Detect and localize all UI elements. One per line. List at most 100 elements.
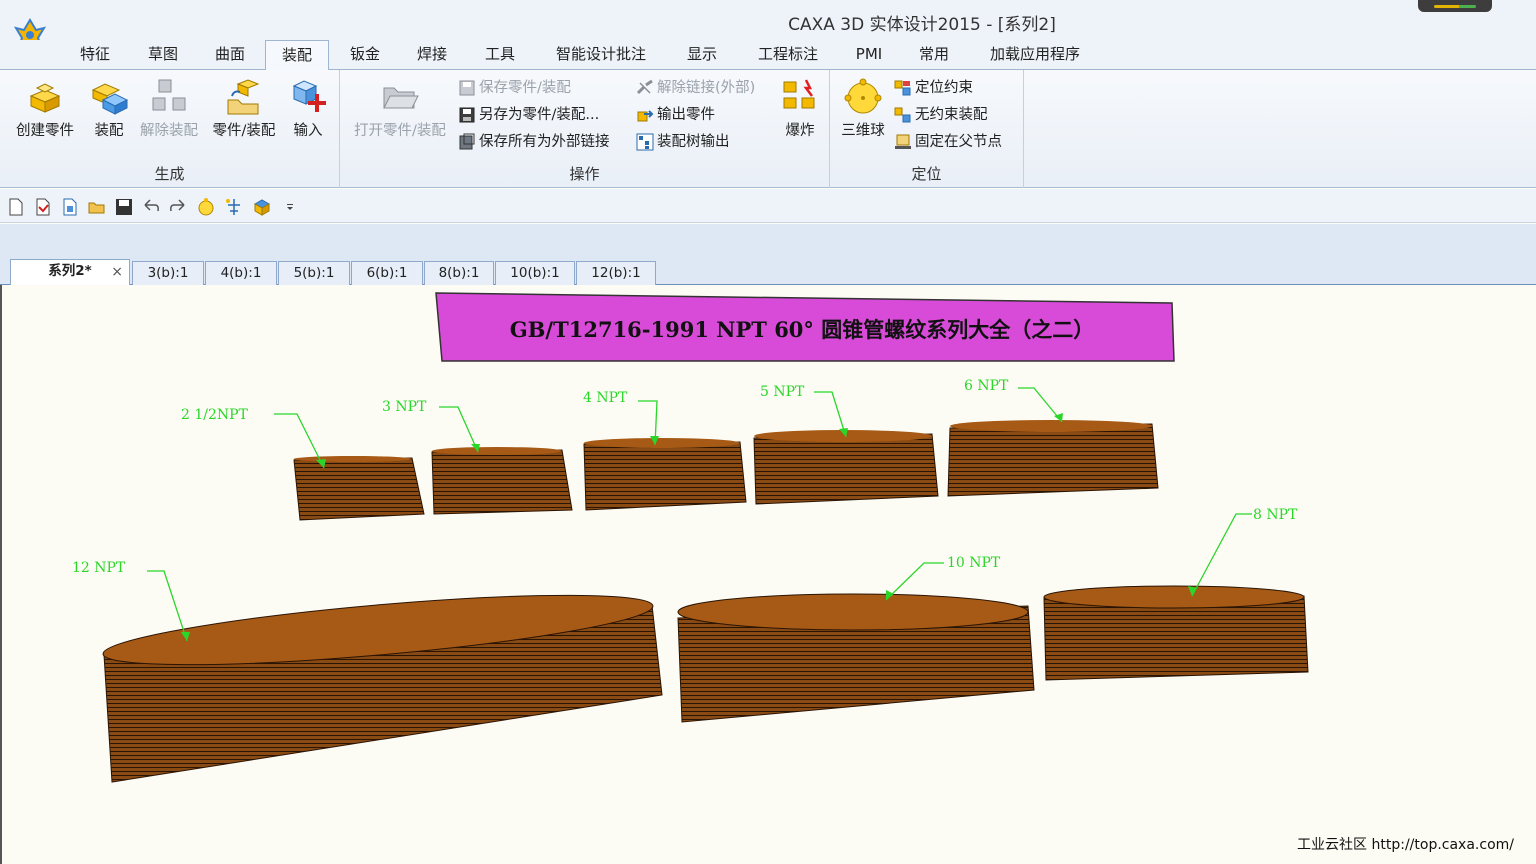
thread-8-npt[interactable] bbox=[1043, 585, 1309, 681]
unconstrained-assembly-button[interactable]: 无约束装配 bbox=[894, 104, 988, 126]
window-control-handle[interactable] bbox=[1418, 0, 1492, 12]
app-window: CAXA 3D 实体设计2015 - [系列2] 特征 草图 曲面 装配 钣金 … bbox=[0, 0, 1536, 864]
import-label: 输入 bbox=[293, 123, 323, 139]
fix-to-parent-button[interactable]: 固定在父节点 bbox=[894, 131, 1002, 153]
redo-icon[interactable] bbox=[168, 197, 188, 217]
assembly-button[interactable]: 装配 bbox=[86, 76, 132, 146]
tab-tools[interactable]: 工具 bbox=[472, 40, 528, 70]
undo-icon[interactable] bbox=[141, 197, 161, 217]
thread-4-npt[interactable] bbox=[583, 438, 747, 511]
create-part-button[interactable]: 创建零件 bbox=[10, 76, 80, 146]
doc-tab-3b[interactable]: 3(b):1 bbox=[132, 261, 204, 285]
tab-pmi[interactable]: PMI bbox=[846, 40, 892, 70]
save-part-icon bbox=[459, 80, 475, 96]
doc-tab-5b[interactable]: 5(b):1 bbox=[278, 261, 350, 285]
unconstrained-assembly-label: 无约束装配 bbox=[915, 107, 988, 123]
part-assembly-button[interactable]: 零件/装配 bbox=[208, 76, 280, 146]
scene-svg[interactable]: GB/T12716-1991 NPT 60° 圆锥管螺纹系列大全（之二） 2 1… bbox=[2, 285, 1536, 864]
thread-10-npt[interactable] bbox=[677, 593, 1035, 723]
fix-to-parent-label: 固定在父节点 bbox=[915, 134, 1002, 150]
tab-weld[interactable]: 焊接 bbox=[404, 40, 460, 70]
assembly-tree-export-button[interactable]: 装配树输出 bbox=[636, 131, 730, 153]
save-part-assembly-button[interactable]: 保存零件/装配 bbox=[458, 77, 571, 99]
title-banner[interactable]: GB/T12716-1991 NPT 60° 圆锥管螺纹系列大全（之二） bbox=[435, 292, 1175, 362]
tree-sparkle-icon[interactable] bbox=[224, 197, 244, 217]
thread-5-npt[interactable] bbox=[753, 430, 939, 505]
triball-button[interactable]: 三维球 bbox=[836, 76, 890, 146]
save-as-icon bbox=[459, 107, 475, 123]
doc-tab-12b[interactable]: 12(b):1 bbox=[576, 261, 656, 285]
tab-load-apps[interactable]: 加载应用程序 bbox=[976, 40, 1094, 70]
constraint-icon bbox=[894, 80, 911, 96]
doc-tab-8b[interactable]: 8(b):1 bbox=[424, 261, 494, 285]
doc-tab-series2[interactable]: 系列2* × bbox=[10, 259, 130, 286]
new-file-icon[interactable] bbox=[6, 197, 26, 217]
tab-sketch[interactable]: 草图 bbox=[134, 40, 192, 70]
thread-2-1-2-npt[interactable] bbox=[293, 456, 425, 521]
group-generate-label: 生成 bbox=[154, 165, 185, 183]
tab-surface[interactable]: 曲面 bbox=[201, 40, 259, 70]
tab-smart-annotation[interactable]: 智能设计批注 bbox=[540, 40, 662, 70]
group-position-label: 定位 bbox=[911, 165, 942, 183]
label-6-npt[interactable]: 6 NPT bbox=[964, 378, 1009, 394]
save-all-external-link-button[interactable]: 保存所有为外部链接 bbox=[458, 131, 610, 153]
document-tab-bar: 系列2* × 3(b):1 4(b):1 5(b):1 6(b):1 8(b):… bbox=[0, 258, 1536, 286]
tab-sheetmetal[interactable]: 钣金 bbox=[337, 40, 393, 70]
tab-assembly[interactable]: 装配 bbox=[265, 40, 329, 71]
label-8-npt[interactable]: 8 NPT bbox=[1253, 507, 1298, 523]
label-4-npt[interactable]: 4 NPT bbox=[583, 390, 628, 406]
footer-credit: 工业云社区 http://top.caxa.com/ bbox=[1297, 837, 1514, 853]
label-5-npt[interactable]: 5 NPT bbox=[760, 384, 805, 400]
design-canvas[interactable]: GB/T12716-1991 NPT 60° 圆锥管螺纹系列大全（之二） 2 1… bbox=[0, 285, 1536, 864]
thread-6-npt[interactable] bbox=[947, 420, 1159, 497]
doc-tab-6b[interactable]: 6(b):1 bbox=[351, 261, 423, 285]
triball-small-icon[interactable] bbox=[196, 197, 216, 217]
positioning-constraint-button[interactable]: 定位约束 bbox=[894, 77, 973, 99]
export-part-label: 输出零件 bbox=[657, 107, 715, 123]
doc-tab-10b[interactable]: 10(b):1 bbox=[495, 261, 575, 285]
new-design-icon[interactable] bbox=[33, 197, 53, 217]
export-part-button[interactable]: 输出零件 bbox=[636, 104, 715, 126]
open-folder-icon[interactable] bbox=[87, 197, 107, 217]
design-library-icon[interactable] bbox=[252, 197, 272, 217]
doc-tab-4b[interactable]: 4(b):1 bbox=[205, 261, 277, 285]
save-part-assembly-label: 保存零件/装配 bbox=[479, 80, 571, 96]
unlink-external-label: 解除链接(外部) bbox=[657, 80, 756, 96]
save-icon[interactable] bbox=[114, 197, 134, 217]
tab-display[interactable]: 显示 bbox=[674, 40, 730, 70]
group-operate: 打开零件/装配 保存零件/装配 另存为零件/装配... 保存所有为外部链接 解除… bbox=[340, 70, 830, 188]
disassemble-label: 解除装配 bbox=[140, 123, 198, 139]
new-drawing-icon[interactable] bbox=[60, 197, 80, 217]
label-10-npt[interactable]: 10 NPT bbox=[947, 555, 1001, 571]
unconstrained-icon bbox=[894, 107, 911, 123]
create-part-label: 创建零件 bbox=[16, 123, 74, 139]
label-3-npt[interactable]: 3 NPT bbox=[382, 399, 427, 415]
unlink-external-button[interactable]: 解除链接(外部) bbox=[636, 77, 755, 99]
save-all-external-link-label: 保存所有为外部链接 bbox=[479, 134, 610, 150]
fix-parent-icon bbox=[895, 134, 911, 149]
assembly-icon bbox=[91, 83, 129, 115]
ribbon-tab-bar: 特征 草图 曲面 装配 钣金 焊接 工具 智能设计批注 显示 工程标注 PMI … bbox=[0, 40, 1536, 71]
positioning-constraint-label: 定位约束 bbox=[915, 80, 973, 96]
thread-12-npt[interactable] bbox=[101, 581, 663, 783]
group-operate-label: 操作 bbox=[569, 165, 600, 183]
tab-feature[interactable]: 特征 bbox=[66, 40, 124, 70]
explode-button[interactable]: 爆炸 bbox=[778, 76, 822, 146]
save-external-icon bbox=[459, 133, 475, 150]
close-tab-icon[interactable]: × bbox=[111, 261, 123, 283]
quick-access-toolbar bbox=[0, 189, 1536, 223]
import-button[interactable]: 输入 bbox=[286, 76, 330, 146]
part-assembly-label: 零件/装配 bbox=[212, 123, 276, 139]
thread-3-npt[interactable] bbox=[431, 447, 573, 515]
save-as-part-assembly-button[interactable]: 另存为零件/装配... bbox=[458, 104, 599, 126]
triball-icon bbox=[844, 78, 882, 114]
tab-common[interactable]: 常用 bbox=[906, 40, 962, 70]
customize-dropdown-icon[interactable] bbox=[284, 197, 296, 217]
tab-engineering-dimension[interactable]: 工程标注 bbox=[744, 40, 832, 70]
label-12-npt[interactable]: 12 NPT bbox=[72, 560, 126, 576]
toolbar-spacer bbox=[0, 224, 1536, 258]
open-folder-icon bbox=[383, 87, 419, 109]
label-2-1-2-npt[interactable]: 2 1/2NPT bbox=[181, 407, 249, 423]
open-part-assembly-button[interactable]: 打开零件/装配 bbox=[346, 76, 454, 146]
disassemble-button[interactable]: 解除装配 bbox=[136, 76, 202, 146]
